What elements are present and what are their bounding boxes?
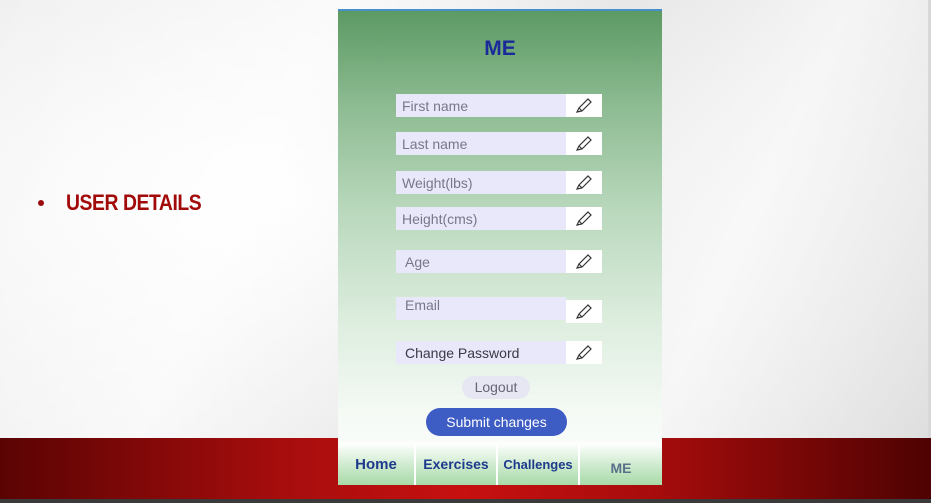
phone-screen: ME First name Last name Weight(lbs) Heig… [338, 9, 662, 485]
nav-tab-home[interactable]: Home [338, 443, 416, 485]
nav-tab-me[interactable]: ME [580, 443, 662, 485]
bottom-nav: Home Exercises Challenges ME [338, 443, 662, 485]
first-name-field [396, 94, 602, 117]
weight-field [396, 171, 602, 194]
pencil-icon[interactable] [566, 300, 602, 323]
weight-input[interactable] [396, 171, 566, 194]
pencil-icon[interactable] [566, 207, 602, 230]
bullet-point: USER DETAILS [38, 190, 220, 216]
pencil-icon[interactable] [566, 94, 602, 117]
logout-button[interactable]: Logout [462, 376, 530, 399]
bullet-dot-icon [38, 200, 44, 206]
change-password-field [396, 341, 602, 364]
age-input[interactable] [396, 250, 566, 273]
pencil-icon[interactable] [566, 341, 602, 364]
pencil-icon[interactable] [566, 171, 602, 194]
height-field [396, 207, 602, 230]
nav-tab-challenges[interactable]: Challenges [498, 443, 580, 485]
footer-line [0, 499, 931, 503]
last-name-input[interactable] [396, 132, 566, 155]
last-name-field [396, 132, 602, 155]
pencil-icon[interactable] [566, 132, 602, 155]
nav-tab-exercises[interactable]: Exercises [416, 443, 498, 485]
first-name-input[interactable] [396, 94, 566, 117]
bullet-text: USER DETAILS [66, 190, 202, 215]
height-input[interactable] [396, 207, 566, 230]
pencil-icon[interactable] [566, 250, 602, 273]
email-field [396, 297, 602, 323]
page-title: ME [484, 37, 516, 60]
age-field [396, 250, 602, 273]
change-password-input[interactable] [396, 341, 566, 364]
email-input[interactable] [396, 297, 566, 320]
submit-changes-button[interactable]: Submit changes [426, 408, 567, 436]
